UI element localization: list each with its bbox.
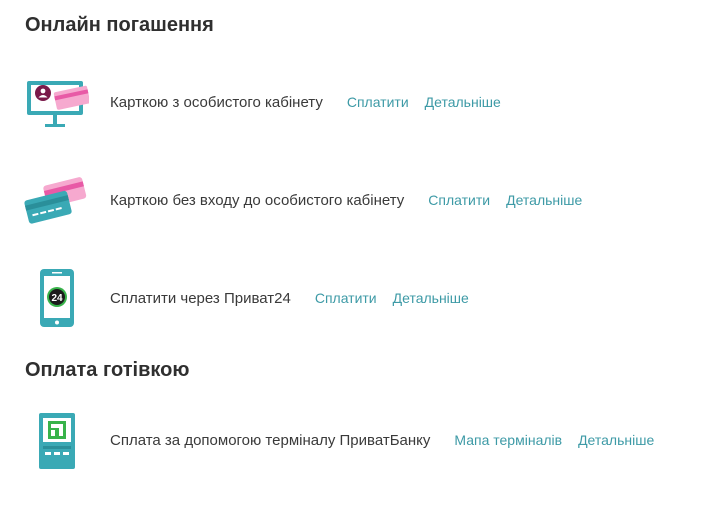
option-label: Карткою без входу до особистого кабінету <box>110 191 405 209</box>
details-link[interactable]: Детальніше <box>425 94 501 110</box>
pay-link[interactable]: Сплатити <box>315 290 377 306</box>
details-link[interactable]: Детальніше <box>578 432 654 448</box>
terminal-icon <box>22 408 90 472</box>
phone-privat24-icon: 24 <box>22 266 90 330</box>
section-title-online: Онлайн погашення <box>25 14 214 36</box>
pay-link[interactable]: Сплатити <box>428 192 490 208</box>
payment-option-privat24: 24 Сплатити через Приват24 Сплатити Дета… <box>22 266 469 330</box>
privat24-badge: 24 <box>51 293 63 304</box>
terminal-map-link[interactable]: Мапа терміналів <box>454 432 562 448</box>
option-label: Сплата за допомогою терміналу ПриватБанк… <box>110 431 431 449</box>
option-label: Карткою з особистого кабінету <box>110 93 323 111</box>
pay-link[interactable]: Сплатити <box>347 94 409 110</box>
payment-option-terminal: Сплата за допомогою терміналу ПриватБанк… <box>22 408 654 472</box>
payment-option-cabinet-card: Карткою з особистого кабінету Сплатити Д… <box>22 70 501 134</box>
option-label: Сплатити через Приват24 <box>110 289 291 307</box>
monitor-card-icon <box>22 70 90 134</box>
section-title-cash: Оплата готівкою <box>25 359 190 381</box>
details-link[interactable]: Детальніше <box>506 192 582 208</box>
details-link[interactable]: Детальніше <box>393 290 469 306</box>
cards-icon <box>22 168 90 232</box>
payment-option-card-no-login: Карткою без входу до особистого кабінету… <box>22 168 582 232</box>
